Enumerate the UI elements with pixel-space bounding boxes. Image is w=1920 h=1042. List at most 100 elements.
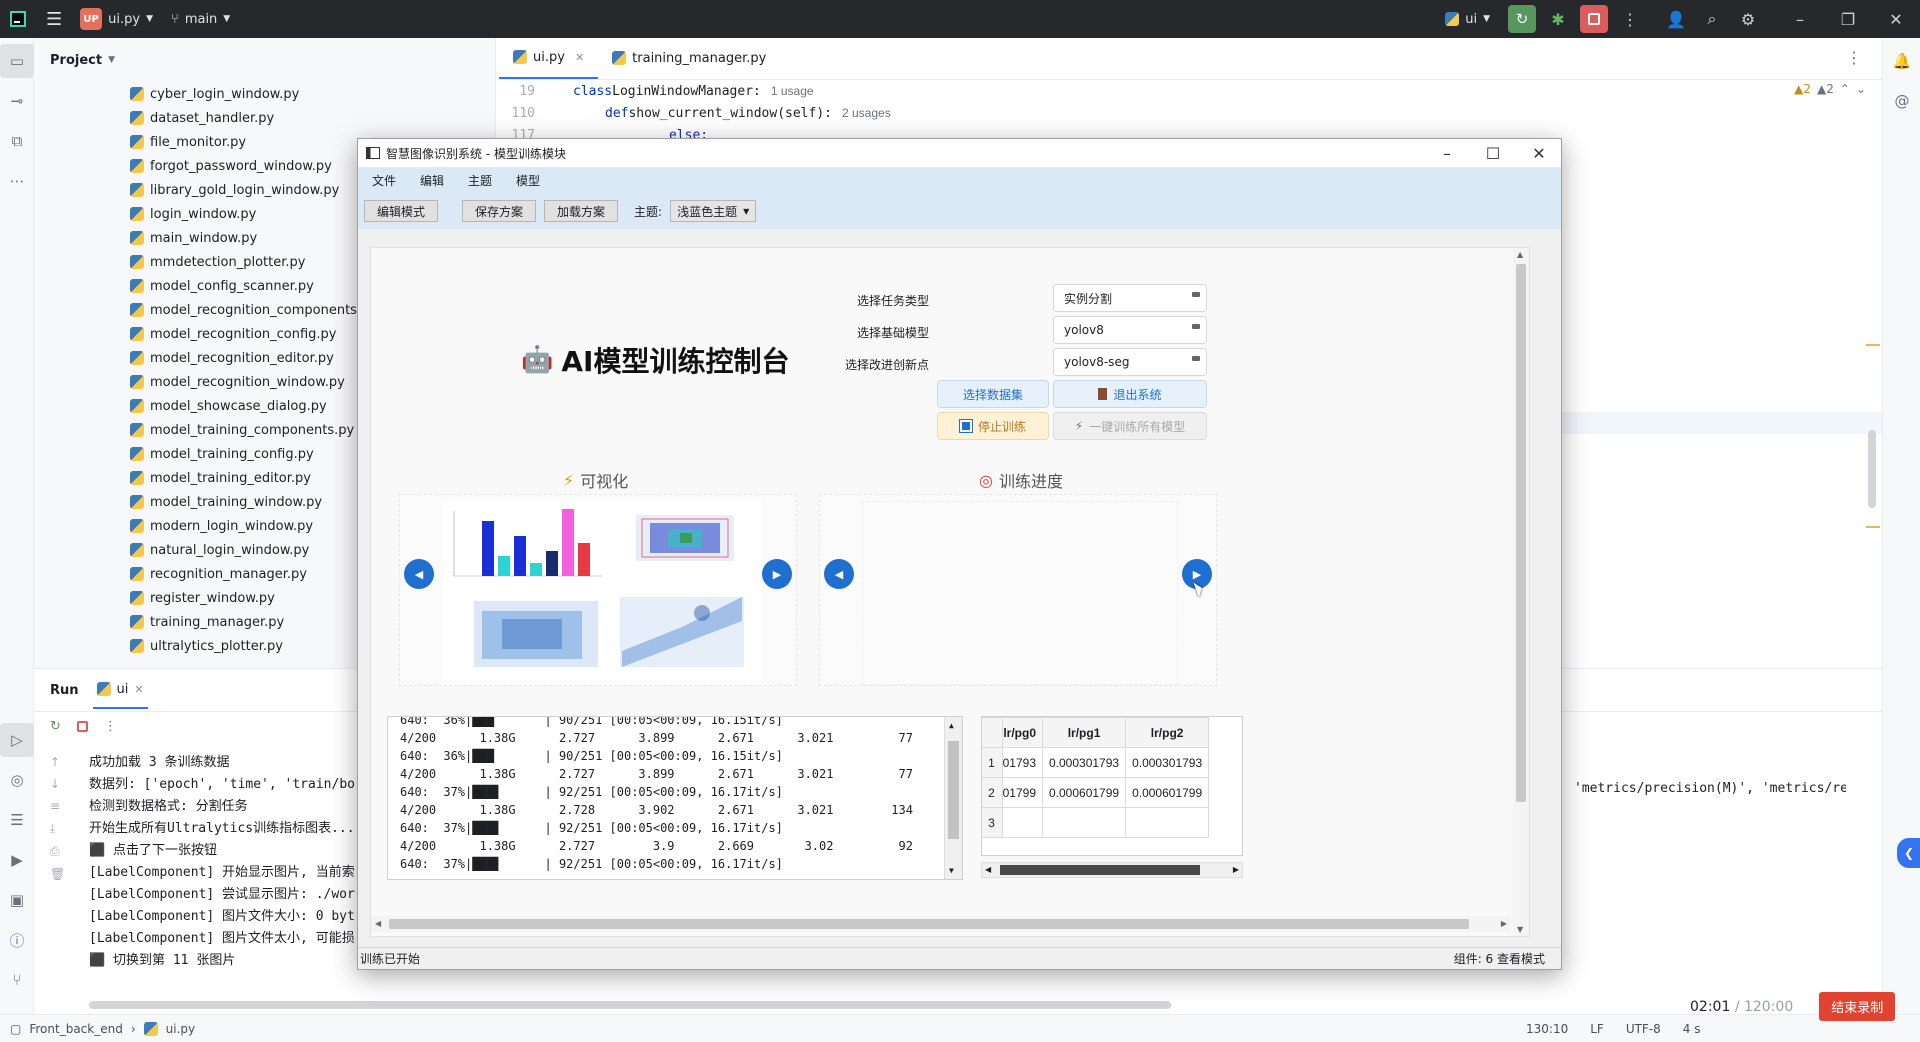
save-plan-button[interactable]: 保存方案 — [462, 200, 537, 222]
table-cell[interactable]: 0.000601799 — [1002, 777, 1043, 808]
arrow-down-icon[interactable]: ↓ — [50, 777, 65, 791]
minimize-icon[interactable]: – — [1776, 0, 1824, 38]
end-recording-button[interactable]: 结束录制 — [1819, 992, 1896, 1021]
project-panel-header[interactable]: Project ▼ — [34, 38, 495, 82]
app-logo-icon[interactable] — [10, 11, 26, 27]
close-icon[interactable]: ✕ — [1872, 0, 1920, 38]
stop-training-button[interactable]: 停止训练 — [937, 412, 1049, 440]
python-packages-icon[interactable]: ◎ — [0, 763, 34, 797]
table-scroll-thumb[interactable] — [1000, 865, 1200, 875]
indent-setting[interactable]: 4 s — [1683, 1022, 1701, 1036]
edit-mode-button[interactable]: 编辑模式 — [364, 200, 439, 222]
innovation-select[interactable]: yolov8-seg — [1053, 348, 1207, 376]
search-icon[interactable]: ⌕ — [1694, 0, 1730, 38]
debug-icon[interactable]: ✱ — [1540, 0, 1576, 38]
log-scroll-thumb[interactable] — [948, 741, 959, 839]
arrow-left-icon[interactable]: ◀ — [375, 919, 381, 928]
more-vertical-icon[interactable]: ⋮ — [104, 719, 117, 734]
menu-file[interactable]: 文件 — [372, 172, 396, 189]
rerun-icon[interactable]: ↻ — [1508, 5, 1536, 33]
app-title-bar[interactable]: 智慧图像识别系统 - 模型训练模块 – ☐ ✕ — [358, 139, 1561, 167]
project-switcher[interactable]: UP ui.py ▼ — [80, 8, 153, 30]
table-row[interactable]: 3 — [982, 807, 1210, 838]
table-header-cell[interactable]: lr/pg1 — [1041, 717, 1127, 748]
close-icon[interactable]: ✕ — [575, 51, 584, 64]
arrow-down-icon[interactable]: ▼ — [1517, 925, 1523, 934]
close-icon[interactable]: ✕ — [134, 683, 143, 696]
main-scroll-thumb[interactable] — [1516, 264, 1526, 802]
base-model-select[interactable]: yolov8 — [1053, 316, 1207, 344]
layers-icon[interactable]: ☰ — [0, 803, 34, 837]
table-cell[interactable]: 0.000301793 — [1002, 747, 1043, 778]
table-cell[interactable]: 0.000601799 — [1041, 777, 1127, 808]
git-icon[interactable]: ⑂ — [0, 963, 34, 997]
table-header-cell[interactable]: lr/pg0 — [1002, 717, 1043, 748]
add-user-icon[interactable]: 👤 — [1658, 0, 1694, 38]
more-vertical-icon[interactable]: ⋮ — [1846, 48, 1862, 67]
theme-select[interactable]: 浅蓝色主题 ▼ — [670, 200, 757, 222]
trash-icon[interactable]: 🗑 — [50, 867, 65, 881]
main-hscrollbar[interactable]: ◀ ▶ — [371, 916, 1511, 932]
train-all-button[interactable]: ⚡ 一键训练所有模型 — [1053, 412, 1207, 440]
commit-icon[interactable]: ⊸ — [0, 84, 34, 118]
arrow-up-icon[interactable]: ↑ — [50, 755, 65, 769]
tab-ui-py[interactable]: ui.py ✕ — [499, 37, 599, 79]
run-tool-icon[interactable]: ▷ — [0, 723, 34, 757]
file-tree-item[interactable]: dataset_handler.py — [34, 106, 495, 130]
table-cell[interactable]: 0.000301793 — [1125, 747, 1210, 778]
arrow-left-icon[interactable]: ◀ — [985, 865, 991, 874]
gear-icon[interactable]: ⚙ — [1730, 0, 1766, 38]
arrow-right-icon[interactable]: ▶ — [1233, 865, 1239, 874]
folder-icon[interactable]: ▭ — [0, 44, 34, 78]
stop-icon[interactable] — [1580, 5, 1608, 33]
usage-hint[interactable]: 2 usages — [842, 106, 891, 120]
table-cell[interactable]: 0.000601799 — [1125, 777, 1210, 808]
soft-wrap-icon[interactable]: ≡ — [50, 799, 65, 813]
table-cell[interactable] — [1002, 807, 1043, 838]
training-plot-image[interactable] — [442, 501, 762, 685]
main-hscroll-thumb[interactable] — [389, 919, 1469, 929]
run-config-selector[interactable]: ui ▼ — [1445, 12, 1490, 27]
chevron-down-icon[interactable]: ⌄ — [1856, 82, 1866, 96]
table-cell[interactable] — [1125, 807, 1210, 838]
table-row[interactable]: 20.0006017990.0006017990.000601799 — [982, 777, 1210, 808]
row-number[interactable]: 1 — [982, 747, 1003, 778]
menu-edit[interactable]: 编辑 — [420, 172, 444, 189]
prev-progress-button[interactable]: ◀ — [824, 559, 854, 589]
menu-model[interactable]: 模型 — [516, 172, 540, 189]
log-vscrollbar[interactable]: ▲ ▼ — [944, 717, 962, 879]
scroll-to-end-icon[interactable]: ⤓ — [50, 821, 65, 836]
more-vertical-icon[interactable]: ⋮ — [1612, 0, 1648, 38]
line-separator[interactable]: LF — [1590, 1022, 1604, 1036]
main-vscrollbar[interactable]: ▲ ▼ — [1513, 248, 1529, 936]
terminal-icon[interactable]: ▣ — [0, 883, 34, 917]
select-dataset-button[interactable]: 选择数据集 — [937, 380, 1049, 408]
file-tree-item[interactable]: cyber_login_window.py — [34, 82, 495, 106]
row-number[interactable]: 3 — [982, 807, 1003, 838]
table-cell[interactable]: 0.000301793 — [1041, 747, 1127, 778]
metrics-table[interactable]: lr/pg0lr/pg1lr/pg2 10.0003017930.0003017… — [981, 716, 1243, 856]
next-image-button[interactable]: ▶ — [762, 559, 792, 589]
editor-scrollbar[interactable] — [1868, 430, 1876, 508]
inspection-widget[interactable]: ▲2 ▲2 ⌃ ⌄ — [1794, 82, 1866, 96]
progress-image-area[interactable] — [862, 501, 1178, 685]
caret-position[interactable]: 130:10 — [1526, 1022, 1568, 1036]
notifications-icon[interactable]: 🔔 — [1885, 44, 1919, 78]
exit-system-button[interactable]: 退出系统 — [1053, 380, 1207, 408]
collapse-arrow-icon[interactable]: ❮ — [1897, 838, 1920, 868]
run-tab[interactable]: ui ✕ — [92, 672, 148, 709]
structure-icon[interactable]: ⧉ — [0, 124, 34, 158]
table-row[interactable]: 10.0003017930.0003017930.000301793 — [982, 747, 1210, 778]
arrow-up-icon[interactable]: ▲ — [949, 721, 954, 730]
arrow-right-icon[interactable]: ▶ — [1501, 919, 1507, 928]
table-cell[interactable] — [1041, 807, 1127, 838]
file-encoding[interactable]: UTF-8 — [1626, 1022, 1661, 1036]
branch-switcher[interactable]: ⑂ main ▼ — [171, 12, 230, 27]
rerun-icon[interactable]: ↻ — [50, 719, 61, 734]
console-hscrollbar[interactable] — [89, 1001, 1171, 1009]
restore-icon[interactable]: ❐ — [1824, 0, 1872, 38]
more-horizontal-icon[interactable]: ⋯ — [0, 164, 34, 198]
arrow-down-icon[interactable]: ▼ — [949, 866, 954, 875]
chevron-up-icon[interactable]: ⌃ — [1840, 82, 1850, 96]
menu-theme[interactable]: 主题 — [468, 172, 492, 189]
